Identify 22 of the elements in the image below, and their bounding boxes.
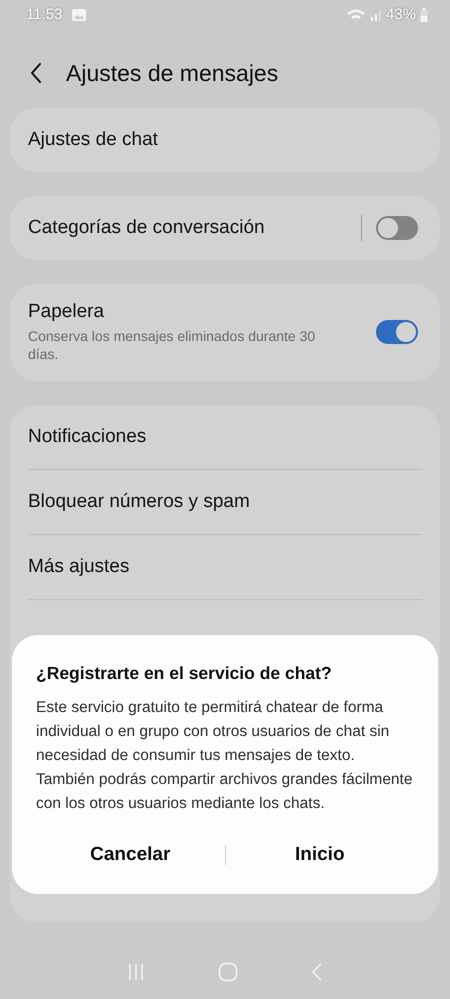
setting-title[interactable]: Bloquear números y spam: [28, 490, 422, 513]
page-title: Ajustes de mensajes: [66, 60, 278, 87]
back-icon[interactable]: [30, 62, 42, 84]
home-icon[interactable]: [218, 962, 238, 982]
setting-title[interactable]: Categorías de conversación: [28, 216, 361, 239]
setting-title[interactable]: Ajustes de chat: [28, 128, 422, 151]
dialog-button[interactable]: Inicio: [226, 836, 414, 874]
setting-title[interactable]: Papelera: [28, 301, 376, 324]
back-nav-icon[interactable]: [311, 962, 324, 982]
setting-title[interactable]: Más ajustes: [28, 556, 422, 578]
dialog-message: Este servicio gratuito te permitirá chatear de forma individual o en grupo con otros usuarios de chat sin necesidad de consumir tus mensajes de texto. También podrás compartir archivos grandes fácilmente con los otros usuarios mediante los chats.: [36, 698, 414, 814]
dialog-button[interactable]: Cancelar: [36, 836, 224, 874]
signal-icon: [370, 8, 382, 21]
image-icon: [72, 8, 86, 21]
setting-description: Conserva los mensajes eliminados durante 30 días.: [28, 327, 316, 364]
toggle-switch[interactable]: [376, 320, 418, 344]
setting-title[interactable]: Notificaciones: [28, 426, 422, 448]
battery-icon: [420, 8, 428, 22]
recent-apps-icon[interactable]: [126, 963, 145, 982]
dialog-title: ¿Registrarte en el servicio de chat?: [36, 663, 333, 684]
toggle-switch[interactable]: [376, 216, 418, 240]
wifi-icon: [346, 8, 366, 22]
